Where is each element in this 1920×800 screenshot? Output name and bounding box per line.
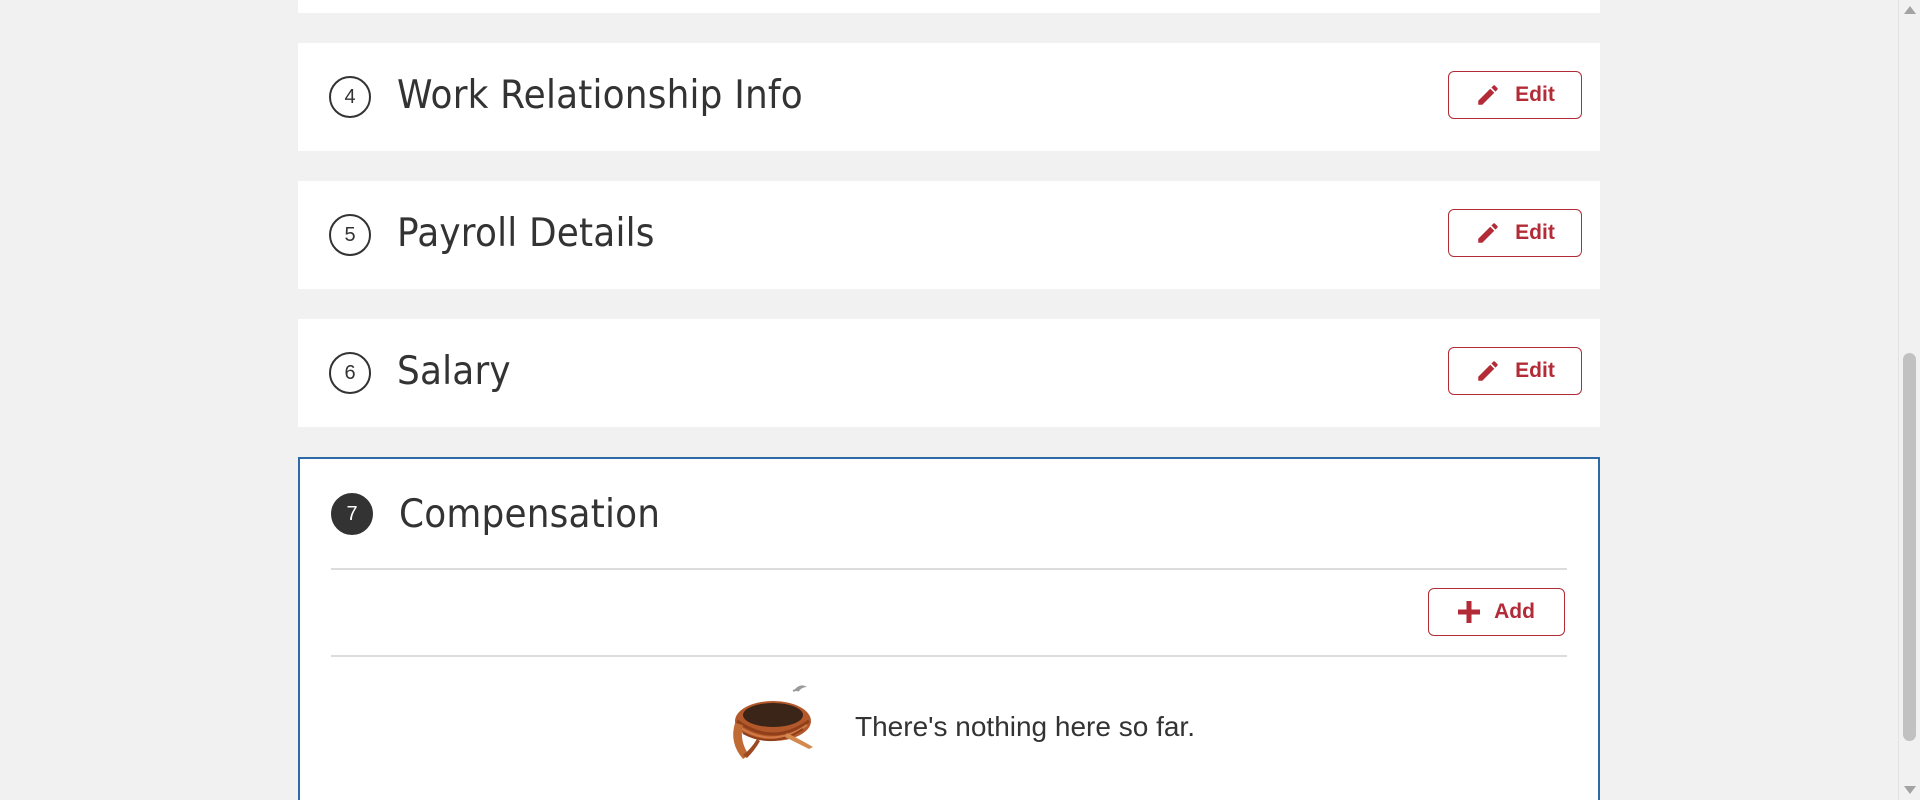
add-button-label: Add	[1494, 600, 1535, 623]
section-card-payroll-details: 5 Payroll Details Edit	[298, 181, 1600, 289]
toolbar-divider	[331, 655, 1567, 657]
step-number: 7	[346, 502, 358, 525]
pencil-icon	[1478, 361, 1498, 381]
section-title: Compensation	[399, 492, 661, 537]
section-title: Work Relationship Info	[397, 73, 803, 118]
scroll-up-arrow-icon[interactable]	[1904, 6, 1916, 14]
plus-icon	[1458, 601, 1481, 623]
step-number: 6	[344, 361, 356, 384]
pencil-icon	[1478, 85, 1498, 105]
step-number-badge-active: 7	[331, 493, 373, 535]
edit-button-label: Edit	[1515, 221, 1555, 244]
step-number: 5	[344, 223, 356, 246]
step-number: 4	[344, 85, 356, 108]
add-button[interactable]: Add	[1428, 588, 1565, 636]
empty-nest-icon	[733, 685, 813, 759]
edit-button[interactable]: Edit	[1448, 347, 1582, 395]
section-card-compensation: 7 Compensation Add There's nothing here …	[298, 457, 1600, 800]
edit-button-label: Edit	[1515, 359, 1555, 382]
edit-button-label: Edit	[1515, 83, 1555, 106]
edit-button[interactable]: Edit	[1448, 209, 1582, 257]
vertical-scrollbar[interactable]	[1898, 0, 1920, 800]
previous-section-card	[298, 0, 1600, 13]
section-divider	[331, 568, 1567, 570]
scrollbar-thumb[interactable]	[1903, 353, 1916, 741]
step-number-badge: 6	[329, 352, 371, 394]
section-title: Salary	[397, 349, 511, 394]
section-title: Payroll Details	[397, 211, 655, 256]
section-card-work-relationship: 4 Work Relationship Info Edit	[298, 43, 1600, 151]
section-card-salary: 6 Salary Edit	[298, 319, 1600, 427]
empty-state-message: There's nothing here so far.	[855, 711, 1195, 742]
step-number-badge: 4	[329, 76, 371, 118]
scroll-down-arrow-icon[interactable]	[1904, 786, 1916, 794]
page: 4 Work Relationship Info Edit 5 Payroll …	[0, 0, 1920, 800]
edit-button[interactable]: Edit	[1448, 71, 1582, 119]
step-number-badge: 5	[329, 214, 371, 256]
pencil-icon	[1478, 223, 1498, 243]
